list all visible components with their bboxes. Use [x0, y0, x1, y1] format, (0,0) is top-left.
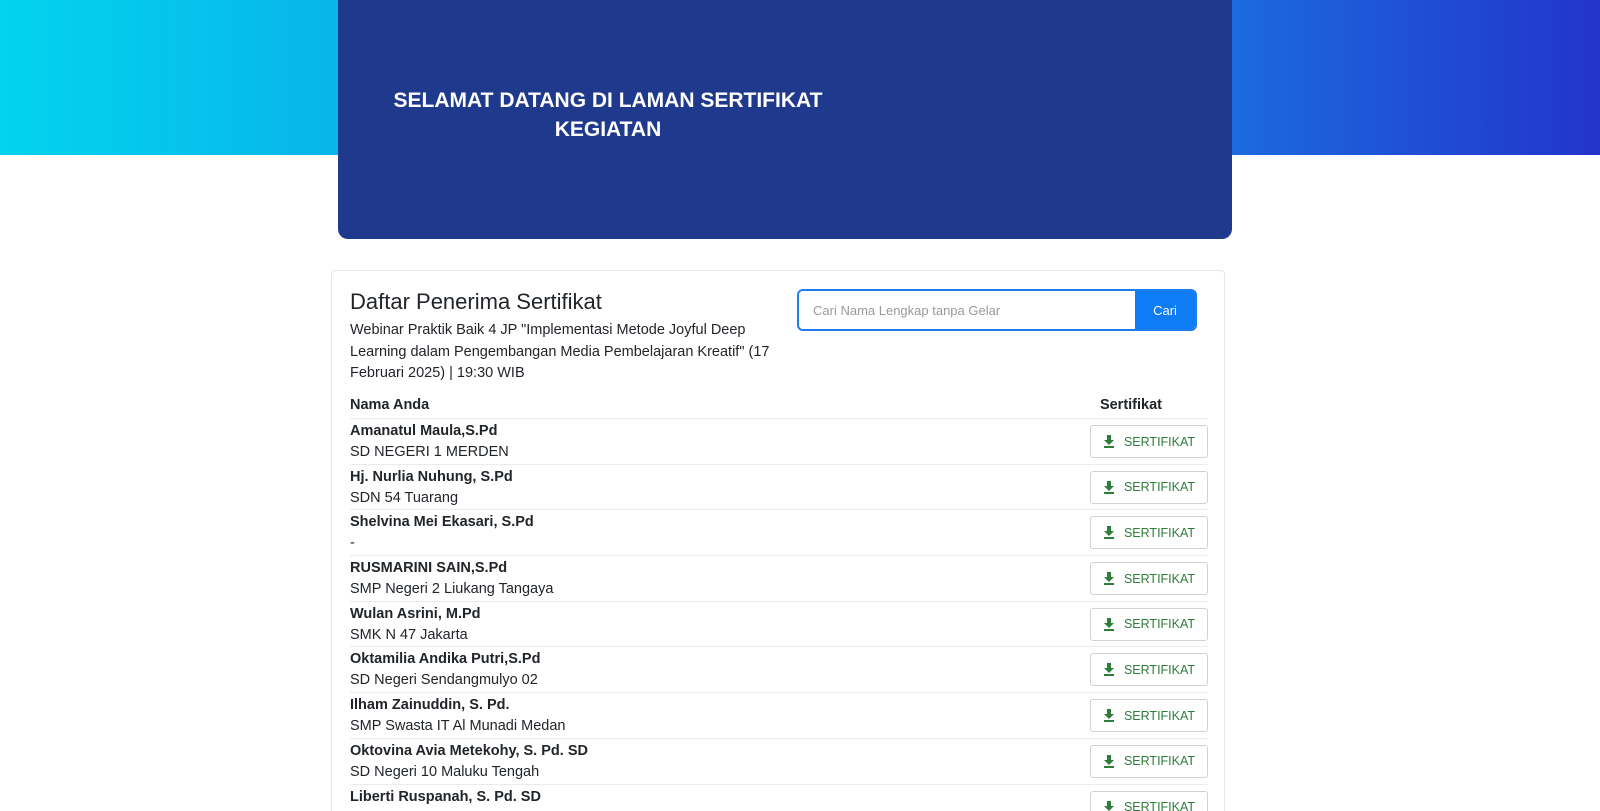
download-icon — [1103, 663, 1114, 677]
table-row: Oktamilia Andika Putri,S.Pd SD Negeri Sen… — [350, 646, 1208, 692]
download-icon — [1103, 754, 1114, 768]
table-header: Nama Anda Sertifikat — [350, 397, 1208, 419]
recipient-school: - — [350, 535, 355, 552]
recipient-name: Amanatul Maula,S.Pd — [350, 423, 498, 439]
recipient-name: Shelvina Mei Ekasari, S.Pd — [350, 514, 534, 531]
recipient-name: Ilham Zainuddin, S. Pd. — [350, 697, 510, 714]
download-certificate-label: SERTIFIKAT — [1123, 525, 1196, 540]
recipient-school: SMP Swasta IT Al Munadi Medan — [350, 718, 566, 735]
download-icon — [1103, 526, 1114, 540]
recipient-school: SD Negeri 10 Maluku Tengah — [350, 763, 540, 780]
card-title: Daftar Penerima Sertifikat — [350, 289, 602, 314]
hero-banner: SELAMAT DATANG DI LAMAN SERTIFIKAT KEGIA… — [338, 0, 1232, 239]
recipient-name: Oktovina Avia Metekohy, S. Pd. SD — [350, 742, 588, 759]
event-description: Webinar Praktik Baik 4 JP "Implementasi … — [350, 322, 770, 381]
download-certificate-button[interactable]: SERTIFIKAT — [1090, 470, 1208, 504]
download-certificate-label: SERTIFIKAT — [1123, 662, 1196, 677]
recipient-school: SD Negeri Sendangmulyo 02 — [350, 672, 538, 689]
table-row: RUSMARINI SAIN,S.Pd SMP Negeri 2 Liukang … — [350, 555, 1208, 601]
download-icon — [1103, 617, 1114, 631]
download-certificate-button[interactable]: SERTIFIKAT — [1090, 653, 1208, 687]
column-header-certificate: Sertifikat — [1099, 397, 1162, 413]
recipient-school: SMK N 47 Jakarta — [350, 626, 468, 643]
table-row: Ilham Zainuddin, S. Pd. SMP Swasta IT Al … — [350, 692, 1208, 738]
search-button[interactable]: Cari — [1135, 291, 1195, 329]
download-certificate-label: SERTIFIKAT — [1123, 617, 1196, 632]
download-certificate-button[interactable]: SERTIFIKAT — [1090, 562, 1208, 596]
download-certificate-label: SERTIFIKAT — [1123, 708, 1196, 723]
download-certificate-button[interactable]: SERTIFIKAT — [1090, 607, 1208, 641]
column-header-name: Nama Anda — [350, 397, 430, 413]
hero-title: SELAMAT DATANG DI LAMAN SERTIFIKAT KEGIA… — [393, 89, 823, 141]
table-row: Wulan Asrini, M.Pd SMK N 47 Jakarta SERTIF… — [350, 600, 1208, 647]
recipient-name: RUSMARINI SAIN,S.Pd — [350, 560, 508, 577]
table-row: Amanatul Maula,S.Pd SD NEGERI 1 MERDEN SER… — [350, 418, 1208, 464]
download-certificate-label: SERTIFIKAT — [1123, 434, 1196, 449]
recipient-school: SD NEGERI 1 MERDEN — [350, 444, 509, 460]
search-input[interactable] — [799, 291, 1135, 329]
download-certificate-button[interactable]: SERTIFIKAT — [1090, 516, 1208, 550]
certificate-list-card: Daftar Penerima Sertifikat Webinar Prakt… — [331, 270, 1225, 811]
download-certificate-label: SERTIFIKAT — [1123, 754, 1196, 769]
table-row: Liberti Ruspanah, S. Pd. SD SERTIFIKAT — [350, 783, 1208, 811]
recipient-name: Wulan Asrini, M.Pd — [350, 605, 481, 622]
download-icon — [1103, 800, 1114, 811]
recipient-school: SDN 54 Tuarang — [350, 489, 459, 506]
table-row: Oktovina Avia Metekohy, S. Pd. SD SD Nege… — [350, 737, 1208, 784]
download-certificate-button[interactable]: SERTIFIKAT — [1090, 744, 1208, 778]
table-row: Shelvina Mei Ekasari, S.Pd - SERTIFIKAT — [350, 509, 1208, 555]
recipient-name: Oktamilia Andika Putri,S.Pd — [350, 651, 541, 668]
download-icon — [1103, 572, 1114, 586]
recipient-list: Amanatul Maula,S.Pd SD NEGERI 1 MERDEN SER… — [350, 418, 1208, 811]
download-certificate-label: SERTIFIKAT — [1123, 800, 1196, 811]
download-certificate-button[interactable]: SERTIFIKAT — [1090, 425, 1208, 458]
download-certificate-button[interactable]: SERTIFIKAT — [1090, 790, 1208, 811]
download-certificate-label: SERTIFIKAT — [1123, 480, 1196, 495]
recipient-name: Liberti Ruspanah, S. Pd. SD — [350, 788, 541, 805]
download-icon — [1103, 709, 1114, 723]
search-form: Cari — [797, 289, 1197, 331]
download-certificate-label: SERTIFIKAT — [1123, 571, 1196, 586]
download-certificate-button[interactable]: SERTIFIKAT — [1090, 699, 1208, 733]
download-icon — [1103, 435, 1114, 448]
table-row: Hj. Nurlia Nuhung, S.Pd SDN 54 Tuarang SER… — [350, 463, 1208, 510]
download-icon — [1103, 480, 1114, 494]
recipient-school: SMP Negeri 2 Liukang Tangaya — [350, 581, 554, 598]
recipient-name: Hj. Nurlia Nuhung, S.Pd — [350, 468, 513, 485]
